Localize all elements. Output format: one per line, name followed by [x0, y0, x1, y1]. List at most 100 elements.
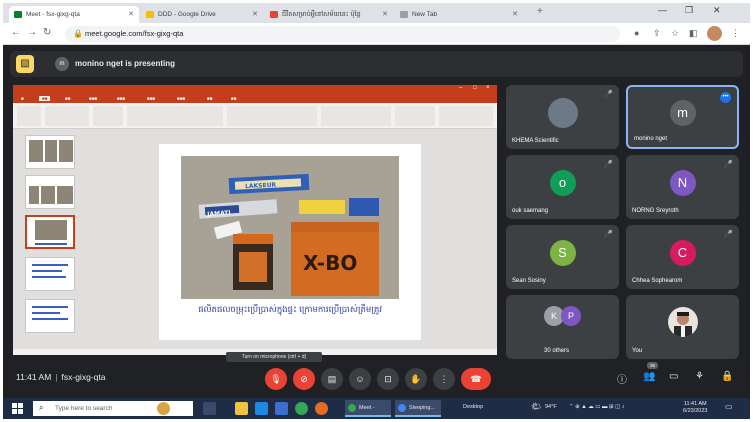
back-icon[interactable]: ←: [11, 27, 21, 38]
close-tab-icon[interactable]: ✕: [252, 6, 258, 23]
reload-icon[interactable]: ↻: [43, 27, 51, 38]
browser-tab-strip: Meet - fsx-gixg-qta ✕ DDD - Google Drive…: [3, 3, 750, 23]
file-explorer-icon[interactable]: [235, 402, 248, 415]
camera-off-button[interactable]: ⊘: [293, 368, 315, 390]
page-icon: [270, 11, 278, 18]
maximize-icon: □: [473, 85, 477, 91]
windows-taskbar: ⌕ Type here to search Meet - Sleeping...…: [3, 398, 750, 419]
screen: Meet - fsx-gixg-qta ✕ DDD - Google Drive…: [3, 3, 750, 419]
tab-title: DDD - Google Drive: [158, 11, 216, 18]
mic-off-icon: 🎤: [724, 161, 733, 168]
participant-tile-selected[interactable]: m ••• monino nget: [626, 85, 739, 149]
participant-tile[interactable]: N 🎤 NORNG Sreyroth: [626, 155, 739, 219]
others-tile[interactable]: K P 30 others: [506, 295, 619, 359]
taskbar-window-word[interactable]: Sleeping...: [395, 400, 441, 417]
leave-call-button[interactable]: ☎: [461, 368, 491, 390]
slide-caption: ផលិតផលចម្រុះប្រើប្រាស់ក្នុងផ្ទះ ក្រោមការ…: [198, 304, 382, 314]
mic-off-icon: 🎤: [724, 231, 733, 238]
close-tab-icon[interactable]: ✕: [382, 6, 388, 23]
present-button[interactable]: ⊡: [377, 368, 399, 390]
self-tile[interactable]: You: [626, 295, 739, 359]
firefox-icon[interactable]: [315, 402, 328, 415]
participant-tile[interactable]: S 🎤 Sean Sosiny: [506, 225, 619, 289]
edge-icon[interactable]: [255, 402, 268, 415]
chrome-icon[interactable]: [295, 402, 308, 415]
mic-tooltip: Turn on microphone (ctrl + d): [226, 352, 322, 362]
tab-meet[interactable]: Meet - fsx-gixg-qta ✕: [9, 6, 139, 23]
stop-presenting-icon[interactable]: ▧: [16, 55, 34, 73]
new-tab-button[interactable]: +: [537, 6, 543, 17]
bookmark-star-icon[interactable]: ☆: [671, 28, 679, 39]
tab-new[interactable]: New Tab ✕: [395, 6, 523, 23]
tab-page[interactable]: ជីវិតសម្រាប់អ្វីនៅសម័យនេះ ប៉ុន្តែ ✕: [265, 6, 393, 23]
sidepanel-icon[interactable]: ◧: [689, 28, 698, 39]
participant-tile[interactable]: 🎤 KHEMA Scientific: [506, 85, 619, 149]
search-highlight-icon[interactable]: [157, 402, 170, 415]
taskbar-window-label: Sleeping...: [409, 405, 435, 411]
ribbon-tab-mark: ■■■: [117, 96, 126, 101]
new-tab-page-icon: [400, 11, 408, 18]
products-photo-graphic: X-BO JAMATI LAKSEUR: [181, 156, 399, 299]
host-controls-icon[interactable]: 🔒: [721, 371, 733, 382]
home-tab-mark: ■■: [39, 96, 51, 101]
more-options-icon[interactable]: •••: [720, 92, 731, 103]
captions-button[interactable]: ▤: [321, 368, 343, 390]
close-window-icon[interactable]: ✕: [713, 5, 721, 16]
participant-name: Sean Sosiny: [512, 278, 546, 284]
meeting-details-icon[interactable]: ⓘ: [617, 371, 627, 386]
close-tab-icon[interactable]: ✕: [512, 6, 518, 23]
participant-name: KHEMA Scientific: [512, 138, 559, 144]
participant-tile[interactable]: o 🎤 ouk saemang: [506, 155, 619, 219]
system-tray-icons[interactable]: ⌃ ⊕ ▲ ☁ ▭ ▬ ⊞ ◫ ♪: [569, 404, 625, 410]
tab-drive[interactable]: DDD - Google Drive ✕: [141, 6, 263, 23]
tab-title: New Tab: [412, 11, 438, 18]
ribbon-group: [439, 106, 493, 126]
url-text: meet.google.com/fsx-gixg-qta: [85, 29, 184, 38]
others-count: 30 others: [544, 348, 570, 354]
menu-kebab-icon[interactable]: ⋮: [731, 28, 740, 39]
ribbon-tab-mark: ■■■: [147, 96, 156, 101]
windows-start-icon[interactable]: [12, 403, 23, 414]
camera-icon[interactable]: ●: [634, 28, 639, 38]
participant-tile[interactable]: C 🎤 Chhea Sophearom: [626, 225, 739, 289]
close-tab-icon[interactable]: ✕: [128, 6, 134, 23]
ribbon-tab-mark: ■■: [207, 96, 213, 101]
task-view-icon[interactable]: [203, 402, 216, 415]
mic-off-button[interactable]: 🎙: [265, 368, 287, 390]
participant-avatar: [547, 98, 578, 128]
products-photo: X-BO JAMATI LAKSEUR: [181, 156, 399, 299]
current-slide: X-BO JAMATI LAKSEUR ផលិតផលចម្រុះប្រើប្រា…: [159, 144, 421, 340]
ribbon-tab-mark: ■■■: [177, 96, 186, 101]
drive-icon: [146, 11, 154, 18]
maximize-icon[interactable]: ❐: [685, 5, 693, 16]
more-options-button[interactable]: ⋮: [433, 368, 455, 390]
taskbar-clock[interactable]: 11:41 AM 6/23/2023: [683, 401, 707, 415]
desktop-toolbar[interactable]: Desktop: [463, 404, 483, 410]
chat-icon[interactable]: ▭: [669, 371, 678, 382]
shared-screen: – □ × ■ ■■ ■■ ■■■ ■■■ ■■■ ■■■ ■■ ■■ X-BO…: [13, 85, 497, 355]
share-icon[interactable]: ⇪: [653, 28, 661, 39]
weather-temp[interactable]: 94°F: [545, 404, 557, 410]
slide-thumbnail: [25, 257, 75, 291]
address-bar[interactable]: 🔒 meet.google.com/fsx-gixg-qta: [65, 26, 620, 42]
participant-avatar: S: [549, 240, 576, 266]
taskbar-window-meet[interactable]: Meet -: [345, 400, 391, 417]
ribbon-group: [395, 106, 435, 126]
forward-icon[interactable]: →: [27, 27, 37, 38]
taskbar-window-label: Meet -: [359, 405, 375, 411]
raise-hand-button[interactable]: ✋: [405, 368, 427, 390]
activities-icon[interactable]: ⚘: [695, 371, 704, 382]
emoji-button[interactable]: ☺: [349, 368, 371, 390]
ribbon-group: [17, 106, 41, 126]
self-video-avatar: [668, 307, 698, 337]
presenter-avatar: m: [55, 57, 69, 71]
notifications-icon[interactable]: ▭: [725, 402, 733, 411]
participant-name: NORNG Sreyroth: [632, 208, 679, 214]
meeting-info: 11:41 AM | fsx-gixg-qta: [16, 372, 106, 382]
search-placeholder: Type here to search: [55, 405, 113, 412]
participants-count-badge: 36: [647, 362, 658, 369]
minimize-icon[interactable]: —: [658, 5, 667, 15]
profile-avatar[interactable]: [707, 26, 722, 41]
mail-icon[interactable]: [275, 402, 288, 415]
people-icon[interactable]: 👥: [643, 371, 655, 382]
